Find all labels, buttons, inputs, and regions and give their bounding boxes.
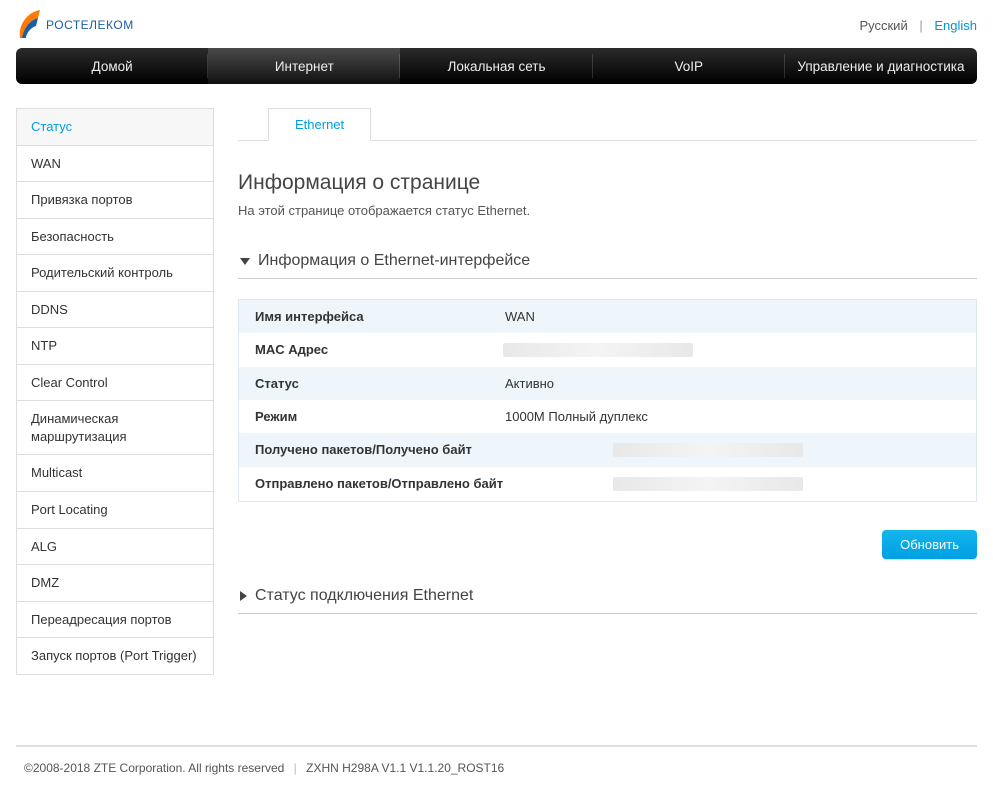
section-connection-status-title: Статус подключения Ethernet	[255, 587, 473, 605]
label-mode: Режим	[239, 400, 499, 433]
value-mode: 1000M Полный дуплекс	[499, 400, 976, 433]
language-switch: Русский | English	[859, 18, 977, 33]
sidebar-item-ddns[interactable]: DDNS	[17, 292, 213, 329]
sidebar-item-security[interactable]: Безопасность	[17, 219, 213, 256]
sidebar-item-parental[interactable]: Родительский контроль	[17, 255, 213, 292]
nav-lan[interactable]: Локальная сеть	[400, 48, 592, 84]
section-ethernet-info-header[interactable]: Информация о Ethernet-интерфейсе	[238, 246, 977, 279]
lang-en-link[interactable]: English	[934, 18, 977, 33]
sidebar-item-ntp[interactable]: NTP	[17, 328, 213, 365]
label-interface-name: Имя интерфейса	[239, 300, 499, 333]
label-mac: MAC Адрес	[239, 333, 499, 367]
row-mode: Режим 1000M Полный дуплекс	[239, 400, 976, 433]
footer: ©2008-2018 ZTE Corporation. All rights r…	[16, 745, 977, 799]
sidebar-item-multicast[interactable]: Multicast	[17, 455, 213, 492]
nav-voip[interactable]: VoIP	[593, 48, 785, 84]
nav-admin[interactable]: Управление и диагностика	[785, 48, 977, 84]
page-title: Информация о странице	[238, 171, 977, 195]
row-interface-name: Имя интерфейса WAN	[239, 300, 976, 333]
sidebar-item-dynroute[interactable]: Динамическая маршрутизация	[17, 401, 213, 455]
row-status: Статус Активно	[239, 367, 976, 400]
rostelecom-icon	[16, 8, 42, 42]
sidebar-item-portloc[interactable]: Port Locating	[17, 492, 213, 529]
brand-text: РОСТЕЛЕКОМ	[46, 18, 134, 32]
footer-copyright: ©2008-2018 ZTE Corporation. All rights r…	[24, 761, 284, 775]
footer-model: ZXHN H298A V1.1 V1.1.20_ROST16	[306, 761, 504, 775]
value-status: Активно	[499, 367, 976, 400]
caret-right-icon	[240, 591, 247, 601]
tab-ethernet[interactable]: Ethernet	[268, 108, 371, 141]
sidebar-item-portbind[interactable]: Привязка портов	[17, 182, 213, 219]
label-status: Статус	[239, 367, 499, 400]
tab-row: Ethernet	[238, 108, 977, 141]
sidebar-item-alg[interactable]: ALG	[17, 529, 213, 566]
refresh-button[interactable]: Обновить	[882, 530, 977, 559]
section-connection-status-header[interactable]: Статус подключения Ethernet	[238, 581, 977, 614]
sidebar-item-wan[interactable]: WAN	[17, 146, 213, 183]
sidebar-item-porttrig[interactable]: Запуск портов (Port Trigger)	[17, 638, 213, 675]
section-ethernet-info-title: Информация о Ethernet-интерфейсе	[258, 252, 530, 270]
sidebar-item-clear[interactable]: Clear Control	[17, 365, 213, 402]
ethernet-info-table: Имя интерфейса WAN MAC Адрес Статус Акти…	[238, 299, 977, 502]
nav-home[interactable]: Домой	[16, 48, 208, 84]
label-rx: Получено пакетов/Получено байт	[239, 433, 609, 467]
page-description: На этой странице отображается статус Eth…	[238, 203, 977, 218]
value-mac	[503, 343, 693, 357]
lang-separator: |	[919, 18, 922, 33]
value-tx	[613, 477, 803, 491]
lang-ru-link[interactable]: Русский	[859, 18, 907, 33]
value-interface-name: WAN	[499, 300, 976, 333]
row-mac: MAC Адрес	[239, 333, 976, 367]
label-tx: Отправлено пакетов/Отправлено байт	[239, 467, 609, 501]
sidebar-item-dmz[interactable]: DMZ	[17, 565, 213, 602]
caret-down-icon	[240, 258, 250, 265]
value-rx	[613, 443, 803, 457]
sidebar-item-status[interactable]: Статус	[17, 109, 213, 146]
nav-internet[interactable]: Интернет	[208, 48, 400, 84]
row-tx: Отправлено пакетов/Отправлено байт	[239, 467, 976, 501]
sidebar: Статус WAN Привязка портов Безопасность …	[16, 108, 214, 675]
row-rx: Получено пакетов/Получено байт	[239, 433, 976, 467]
main-content: Ethernet Информация о странице На этой с…	[238, 108, 977, 614]
sidebar-item-portfwd[interactable]: Переадресация портов	[17, 602, 213, 639]
brand-logo: РОСТЕЛЕКОМ	[16, 8, 134, 42]
top-navigation: Домой Интернет Локальная сеть VoIP Управ…	[16, 48, 977, 84]
